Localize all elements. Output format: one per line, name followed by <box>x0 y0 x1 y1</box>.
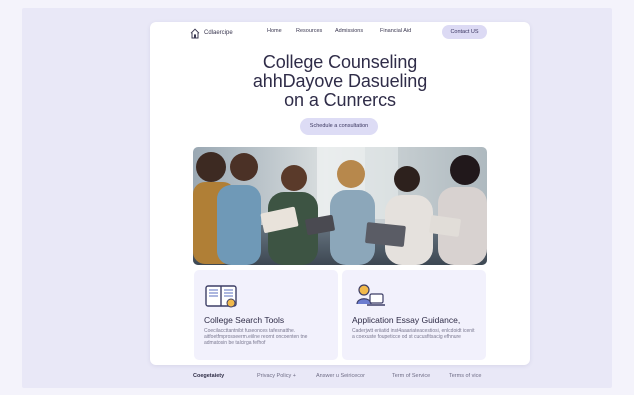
students-photo-image <box>193 147 487 265</box>
nav-resources[interactable]: Resources <box>296 28 322 34</box>
nav-admissions[interactable]: Admissions <box>335 28 363 34</box>
footer-service-link[interactable]: Terms of vice <box>449 373 481 379</box>
feature-description: Caderjwtt eriiatid inst4aaariateacestios… <box>352 328 475 340</box>
navbar: Cdlaercipe Home Resources Admissions Fin… <box>150 22 530 44</box>
feature-card-college-search[interactable]: College Search Tools Coecilaccttantnibt … <box>194 270 338 360</box>
home-icon <box>190 27 200 38</box>
feature-title: Application Essay Guidance, <box>352 315 461 325</box>
schedule-consultation-button[interactable]: Schedule a consultation <box>300 118 378 135</box>
feature-card-application-essay[interactable]: Application Essay Guidance, Caderjwtt er… <box>342 270 486 360</box>
hero-title-line-2: ahhDayove Dasueling <box>252 71 428 91</box>
brand-name: Cdlaercipe <box>204 30 233 36</box>
nav-home[interactable]: Home <box>267 28 282 34</box>
book-icon <box>205 285 237 308</box>
students-photo <box>193 147 487 265</box>
footer-answer-link[interactable]: Answer u Seiricecor <box>316 373 365 379</box>
hero-title-line-3: on a Cunrercs <box>284 90 396 110</box>
footer-terms-link[interactable]: Term of Service <box>392 373 430 379</box>
feature-title: College Search Tools <box>204 315 285 325</box>
feature-description: Coecilaccttantnibt fuseonces tafesnatthe… <box>204 328 308 346</box>
hero-title-line-1: College Counseling <box>262 52 418 72</box>
landing-card: Cdlaercipe Home Resources Admissions Fin… <box>150 22 530 365</box>
nav-financial-aid[interactable]: Financial Aid <box>380 28 411 34</box>
footer-privacy-link[interactable]: Privacy Policy + <box>257 373 296 379</box>
brand[interactable]: Cdlaercipe <box>190 27 233 39</box>
hero-title: College Counseling ahhDayove Dasueling o… <box>150 53 530 110</box>
person-laptop-icon <box>356 284 385 306</box>
page: Cdlaercipe Home Resources Admissions Fin… <box>0 0 634 395</box>
contact-button[interactable]: Contact US <box>442 25 487 39</box>
footer-brand: Coegetaiety <box>193 373 225 379</box>
